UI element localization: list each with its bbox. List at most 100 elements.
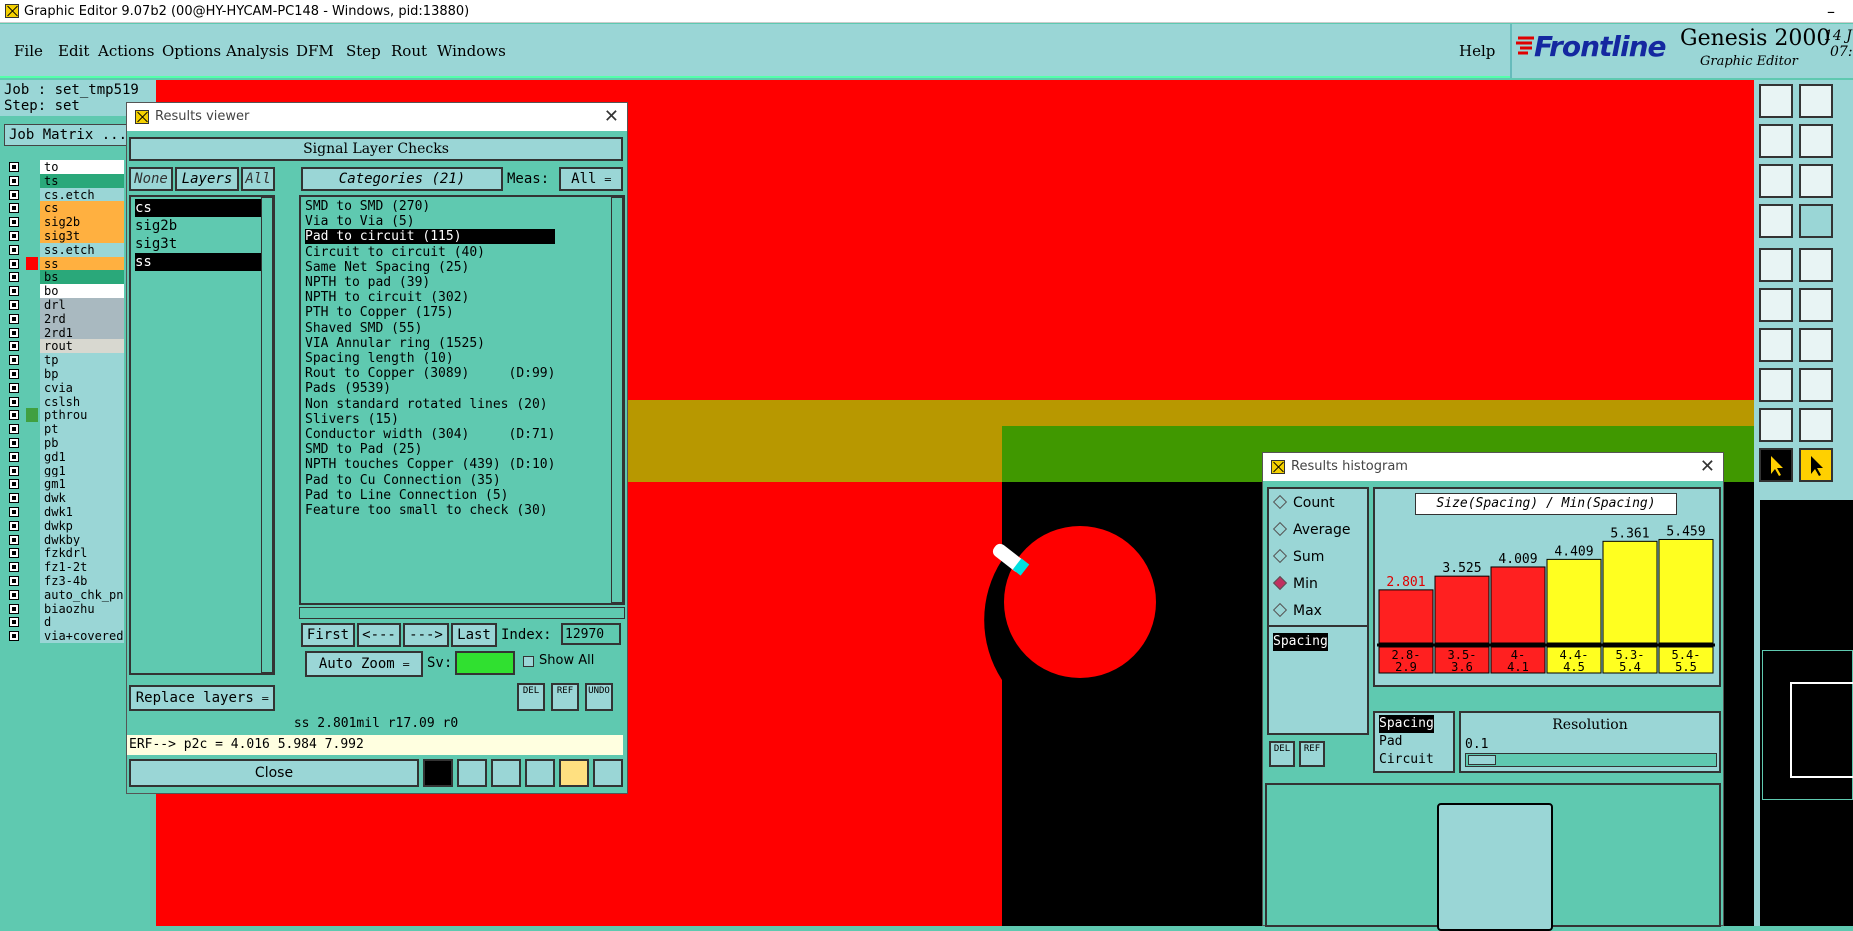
histogram-bar[interactable] [1546, 558, 1602, 644]
layer-row-2rd[interactable]: 2rd [6, 311, 124, 326]
type-list[interactable]: Spacing Pad Circuit [1373, 711, 1455, 773]
layer-checkbox[interactable] [9, 589, 19, 600]
category-item[interactable]: Pad to Line Connection (5) [305, 488, 509, 503]
histogram-chart[interactable]: 2.8012.8-2.93.5253.5-3.64.0094-4.14.4094… [1375, 517, 1719, 685]
layer-checkbox[interactable] [9, 300, 19, 310]
layer-list-scrollbar[interactable] [261, 197, 273, 673]
layer-checkbox[interactable] [9, 424, 19, 435]
option-min[interactable]: Min [1272, 575, 1318, 592]
layer-row-gg1[interactable]: gg1 [6, 463, 124, 478]
layer-checkbox[interactable] [9, 507, 19, 517]
category-item[interactable]: Via to Via (5) [305, 214, 415, 229]
layer-row-tp[interactable]: tp [6, 353, 124, 368]
list-item[interactable]: Circuit [1379, 751, 1434, 769]
tool-measure-icon[interactable] [1759, 248, 1793, 282]
layer-row-dwk1[interactable]: dwk1 [6, 505, 124, 519]
option-max[interactable]: Max [1272, 602, 1322, 619]
layer-row-sig3t[interactable]: sig3t [6, 229, 124, 243]
close-icon[interactable]: ✕ [1700, 453, 1715, 481]
tool-angle-icon[interactable] [1799, 328, 1833, 362]
list-item[interactable]: cs [135, 199, 271, 217]
layer-row-bp[interactable]: bp [6, 367, 124, 381]
tool-pad-icon[interactable] [1759, 368, 1793, 402]
radio-diamond-icon[interactable] [1272, 575, 1288, 591]
tool-pointer-icon[interactable] [1759, 448, 1793, 482]
layer-checkbox[interactable] [9, 341, 19, 352]
menu-actions[interactable]: Actions [98, 42, 154, 60]
category-item[interactable]: Same Net Spacing (25) [305, 260, 469, 275]
prev-button[interactable]: <--- [357, 623, 401, 647]
tool-pan-left-icon[interactable] [1759, 124, 1793, 158]
layer-row-2rd1[interactable]: 2rd1 [6, 325, 124, 340]
layer-checkbox[interactable] [9, 617, 19, 628]
layer-checkbox[interactable] [9, 534, 19, 545]
category-item[interactable]: Feature too small to check (30) [305, 503, 548, 518]
tool-cross-icon[interactable] [1799, 288, 1833, 322]
meas-select[interactable]: All ═ [559, 167, 623, 191]
layer-row-rout[interactable]: rout [6, 339, 124, 354]
tool-histogram-icon[interactable] [593, 759, 623, 787]
layer-checkbox[interactable] [9, 520, 19, 531]
layer-row-dwkp[interactable]: dwkp [6, 518, 124, 533]
menu-help[interactable]: Help [1459, 42, 1495, 60]
tool-zoom-icon[interactable] [1799, 164, 1833, 198]
minimize-icon[interactable]: – [1827, 0, 1835, 23]
none-button[interactable]: None [129, 167, 173, 191]
tool-connect-icon[interactable] [1759, 288, 1793, 322]
index-input[interactable] [561, 623, 621, 645]
layer-row-ts[interactable]: ts [6, 173, 124, 188]
histogram-bar[interactable] [1434, 575, 1490, 644]
layer-row-d[interactable]: d [6, 615, 124, 630]
list-item[interactable]: sig3t [135, 235, 177, 253]
layer-row-pthrou[interactable]: pthrou [6, 408, 124, 423]
layer-row-dwkby[interactable]: dwkby [6, 532, 124, 547]
last-button[interactable]: Last [451, 623, 497, 647]
category-scrollbar[interactable] [611, 197, 623, 603]
tool-compare-icon[interactable] [525, 759, 555, 787]
spacing-list[interactable]: Spacing [1267, 625, 1369, 735]
layer-checkbox[interactable] [9, 175, 19, 186]
tool-pan-down-icon[interactable] [1799, 84, 1833, 118]
tool-notes-icon[interactable] [559, 759, 589, 787]
resolution-slider[interactable] [1465, 753, 1717, 767]
layer-checkbox[interactable] [9, 562, 19, 573]
layer-row-cslsh[interactable]: cslsh [6, 394, 124, 409]
category-hscrollbar[interactable] [299, 607, 625, 619]
layer-row-cs[interactable]: cs [6, 201, 124, 216]
layer-checkbox[interactable] [9, 438, 19, 448]
layer-checkbox[interactable] [9, 382, 19, 393]
tool-graph-icon[interactable] [423, 759, 453, 787]
category-item[interactable]: Pad to Cu Connection (35) [305, 473, 501, 488]
layer-checkbox[interactable] [9, 272, 19, 283]
tool-report-icon[interactable] [457, 759, 487, 787]
del-button[interactable]: DEL [517, 683, 545, 711]
layer-checkbox[interactable] [9, 493, 19, 504]
tool-fit-icon[interactable] [1759, 164, 1793, 198]
layer-checkbox[interactable] [9, 244, 19, 255]
menu-windows[interactable]: Windows [437, 42, 506, 60]
radio-diamond-icon[interactable] [1272, 521, 1288, 537]
layer-row-ss-etch[interactable]: ss.etch [6, 242, 124, 257]
layer-row-bo[interactable]: bo [6, 284, 124, 299]
layer-checkbox[interactable] [9, 231, 19, 241]
layer-checkbox[interactable] [9, 327, 19, 338]
category-item[interactable]: NPTH to pad (39) [305, 275, 430, 290]
category-list[interactable]: SMD to SMD (270) Via to Via (5) Pad to cir… [299, 195, 625, 605]
layer-checkbox[interactable] [9, 576, 19, 586]
layer-checkbox[interactable] [9, 258, 19, 269]
category-item[interactable]: Pad to circuit (115) [305, 229, 555, 245]
close-button[interactable]: Close [129, 759, 419, 787]
layer-checkbox[interactable] [9, 217, 19, 228]
undo-button[interactable]: UNDO [585, 683, 613, 711]
replace-layers-button[interactable]: Replace layers ═ [129, 685, 275, 711]
tool-triangle-outline-icon[interactable] [1799, 408, 1833, 442]
list-item[interactable]: Spacing [1273, 633, 1328, 651]
layer-checkbox[interactable] [9, 451, 19, 462]
histogram-bar[interactable] [1490, 566, 1546, 644]
histogram-bar[interactable] [1658, 538, 1714, 644]
layer-checkbox[interactable] [9, 203, 19, 214]
layer-row-pb[interactable]: pb [6, 436, 124, 450]
radio-diamond-icon[interactable] [1272, 494, 1288, 510]
layer-row-pt[interactable]: pt [6, 422, 124, 437]
hist-ref-button[interactable]: REF [1299, 741, 1325, 767]
